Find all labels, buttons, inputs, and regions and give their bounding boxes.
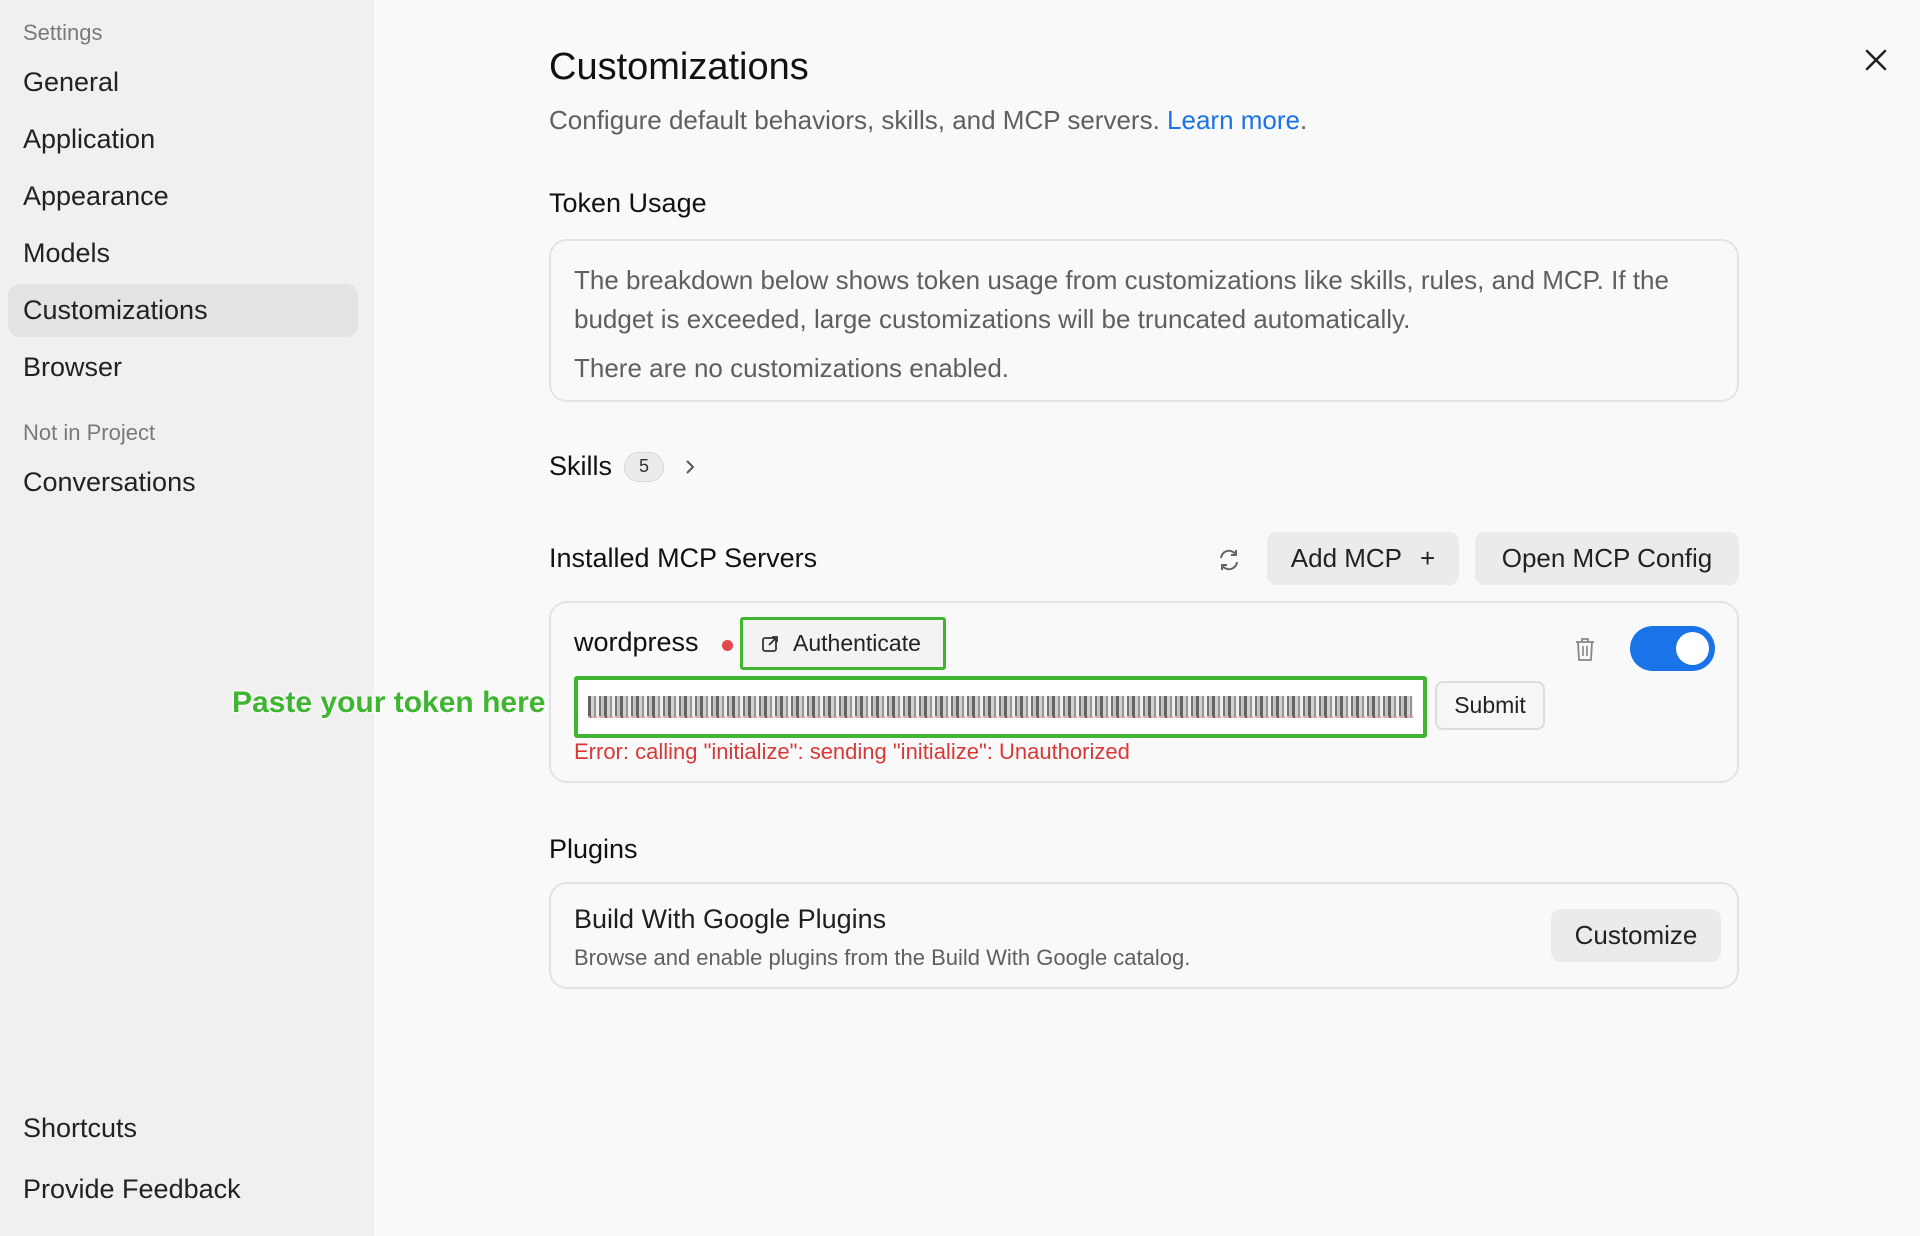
plugin-title: Build With Google Plugins xyxy=(574,904,887,934)
close-button[interactable] xyxy=(1858,42,1894,78)
status-dot xyxy=(722,640,733,651)
token-usage-heading: Token Usage xyxy=(549,188,707,218)
refresh-button[interactable] xyxy=(1212,543,1246,577)
delete-server-button[interactable] xyxy=(1573,636,1599,664)
plugin-description: Browse and enable plugins from the Build… xyxy=(574,945,1191,970)
sidebar-item-appearance[interactable]: Appearance xyxy=(8,170,358,223)
token-value-redacted xyxy=(588,696,1413,718)
token-usage-empty: There are no customizations enabled. xyxy=(574,353,1010,383)
mcp-error-message: Error: calling "initialize": sending "in… xyxy=(574,739,1130,764)
subtitle-text: Configure default behaviors, skills, and… xyxy=(549,105,1160,135)
learn-more-link[interactable]: Learn more xyxy=(1167,105,1300,135)
open-mcp-config-button[interactable]: Open MCP Config xyxy=(1475,532,1739,585)
external-link-icon xyxy=(762,635,778,652)
sidebar-item-shortcuts[interactable]: Shortcuts xyxy=(8,1102,358,1155)
token-usage-card: The breakdown below shows token usage fr… xyxy=(549,239,1739,402)
skills-count-badge: 5 xyxy=(624,451,665,482)
token-usage-description: The breakdown below shows token usage fr… xyxy=(574,265,1669,334)
annotation-paste-token: Paste your token here xyxy=(232,686,546,719)
sidebar-item-browser[interactable]: Browser xyxy=(8,341,358,394)
trash-icon xyxy=(1576,638,1594,661)
subtitle-period: . xyxy=(1300,105,1308,135)
sidebar-item-customizations[interactable]: Customizations xyxy=(8,284,358,337)
mcp-server-card: wordpress Authenticate Submit Error: cal… xyxy=(549,601,1739,783)
authenticate-label: Authenticate xyxy=(793,630,921,656)
sidebar-item-application[interactable]: Application xyxy=(8,113,358,166)
page-subtitle: Configure default behaviors, skills, and… xyxy=(549,105,1307,136)
token-input[interactable] xyxy=(574,676,1427,738)
add-mcp-label: Add MCP xyxy=(1290,543,1403,573)
mcp-heading: Installed MCP Servers xyxy=(549,543,818,573)
sidebar-section-settings: Settings xyxy=(23,20,103,45)
settings-sidebar: Settings General Application Appearance … xyxy=(0,0,374,1236)
skills-label: Skills xyxy=(549,451,613,481)
add-mcp-button[interactable]: Add MCP + xyxy=(1267,532,1459,585)
refresh-icon xyxy=(1220,549,1238,571)
plugin-card: Build With Google Plugins Browse and ena… xyxy=(549,882,1739,989)
plugins-heading: Plugins xyxy=(549,834,638,864)
customize-plugins-button[interactable]: Customize xyxy=(1551,909,1721,962)
mcp-server-name: wordpress xyxy=(574,627,699,657)
sidebar-item-conversations[interactable]: Conversations xyxy=(8,456,358,509)
server-enabled-toggle[interactable] xyxy=(1630,626,1715,671)
chevron-right-icon xyxy=(684,457,698,477)
close-icon xyxy=(1865,49,1887,71)
authenticate-button[interactable]: Authenticate xyxy=(740,617,946,670)
toggle-knob xyxy=(1676,632,1709,665)
sidebar-section-not-in-project: Not in Project xyxy=(23,420,156,445)
submit-token-button[interactable]: Submit xyxy=(1435,681,1545,730)
page-title: Customizations xyxy=(549,46,809,88)
skills-row[interactable]: Skills 5 xyxy=(549,451,698,482)
customizations-panel: Customizations Configure default behavio… xyxy=(549,0,1739,1236)
sidebar-item-provide-feedback[interactable]: Provide Feedback xyxy=(8,1163,358,1216)
sidebar-item-models[interactable]: Models xyxy=(8,227,358,280)
plus-icon: + xyxy=(1420,543,1436,573)
sidebar-item-general[interactable]: General xyxy=(8,56,358,109)
